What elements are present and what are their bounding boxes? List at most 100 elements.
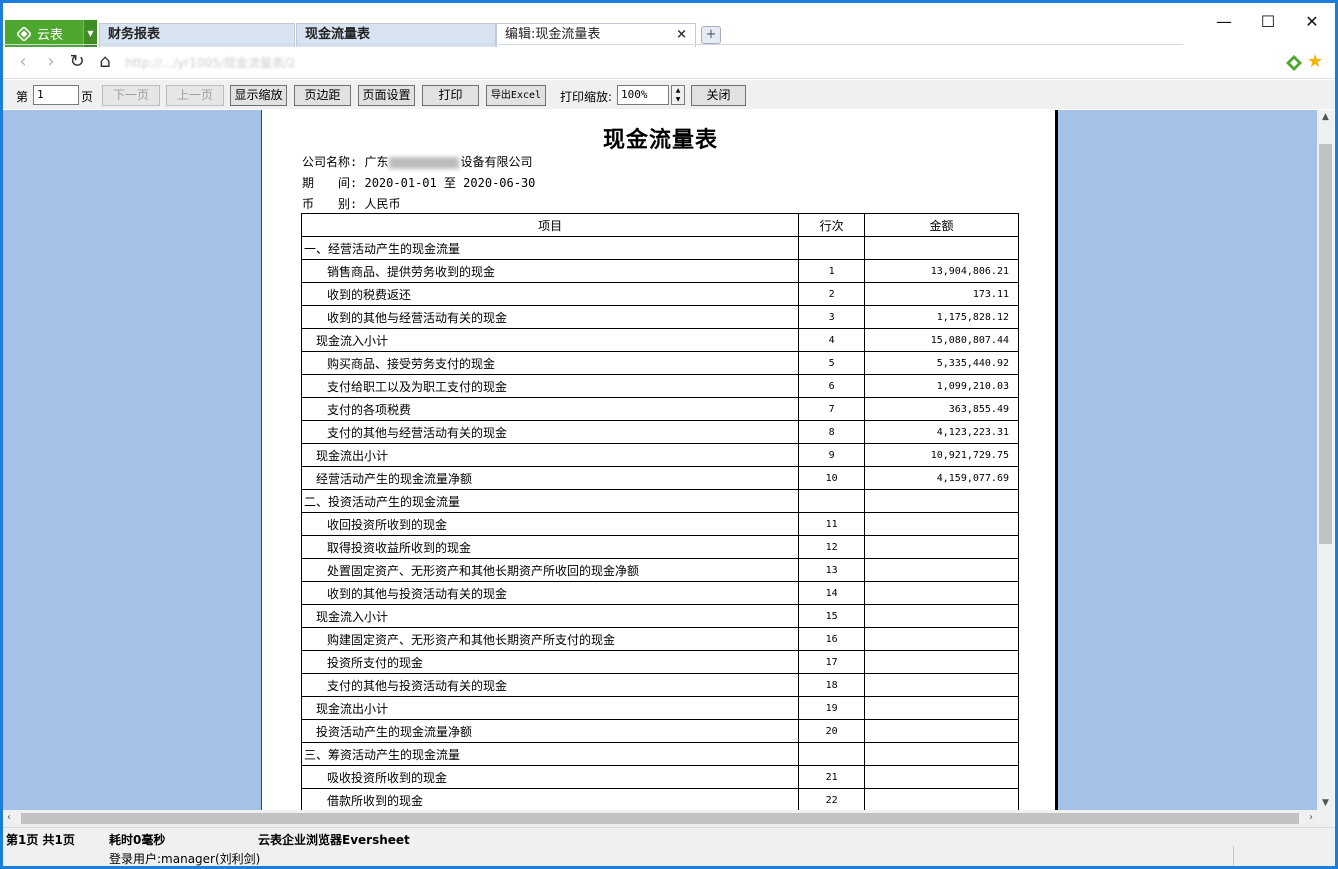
brand-menu-button[interactable]: 云表 bbox=[5, 20, 83, 47]
row-line-cell[interactable]: 20 bbox=[798, 719, 866, 743]
refresh-icon[interactable]: ↻ bbox=[65, 51, 89, 75]
row-item-cell[interactable]: 购建固定资产、无形资产和其他长期资产所支付的现金 bbox=[300, 627, 800, 651]
show-zoom-button[interactable]: 显示缩放 bbox=[230, 85, 287, 106]
row-item-cell[interactable]: 支付的其他与经营活动有关的现金 bbox=[300, 420, 800, 444]
home-icon[interactable]: ⌂ bbox=[93, 51, 117, 75]
row-item-cell[interactable]: 一、经营活动产生的现金流量 bbox=[300, 236, 800, 260]
row-item-cell[interactable]: 吸收投资所收到的现金 bbox=[300, 765, 800, 789]
row-line-cell[interactable]: 12 bbox=[798, 535, 866, 559]
row-amount-cell[interactable]: 1,099,210.03 bbox=[864, 374, 1019, 398]
page-setup-button[interactable]: 页面设置 bbox=[358, 85, 415, 106]
row-amount-cell[interactable] bbox=[864, 627, 1019, 651]
row-item-cell[interactable]: 现金流出小计 bbox=[300, 443, 800, 467]
row-amount-cell[interactable] bbox=[864, 535, 1019, 559]
row-amount-cell[interactable]: 173.11 bbox=[864, 282, 1019, 306]
row-item-cell[interactable]: 支付的其他与投资活动有关的现金 bbox=[300, 673, 800, 697]
row-amount-cell[interactable] bbox=[864, 558, 1019, 582]
row-line-cell[interactable] bbox=[798, 236, 866, 260]
row-line-cell[interactable]: 13 bbox=[798, 558, 866, 582]
row-line-cell[interactable]: 7 bbox=[798, 397, 866, 421]
row-item-cell[interactable]: 收到的税费返还 bbox=[300, 282, 800, 306]
zoom-spinner-icon[interactable]: ▲ ▼ bbox=[671, 85, 685, 105]
close-window-button[interactable]: ✕ bbox=[1289, 11, 1335, 35]
row-line-cell[interactable] bbox=[798, 489, 866, 513]
scroll-right-icon[interactable]: › bbox=[1309, 812, 1313, 823]
print-button[interactable]: 打印 bbox=[422, 85, 479, 106]
row-line-cell[interactable] bbox=[798, 742, 866, 766]
export-excel-button[interactable]: 导出Excel bbox=[486, 85, 546, 106]
row-line-cell[interactable]: 14 bbox=[798, 581, 866, 605]
next-page-button[interactable]: 下一页 bbox=[102, 85, 160, 106]
new-tab-button[interactable]: + bbox=[701, 26, 721, 44]
row-line-cell[interactable]: 10 bbox=[798, 466, 866, 490]
row-amount-cell[interactable] bbox=[864, 765, 1019, 789]
row-amount-cell[interactable]: 4,123,223.31 bbox=[864, 420, 1019, 444]
row-item-cell[interactable]: 现金流出小计 bbox=[300, 696, 800, 720]
tab-close-icon[interactable]: × bbox=[676, 24, 687, 46]
row-amount-cell[interactable]: 5,335,440.92 bbox=[864, 351, 1019, 375]
scroll-down-icon[interactable]: ▼ bbox=[1317, 798, 1334, 808]
row-line-cell[interactable]: 21 bbox=[798, 765, 866, 789]
row-amount-cell[interactable] bbox=[864, 604, 1019, 628]
row-line-cell[interactable]: 9 bbox=[798, 443, 866, 467]
row-amount-cell[interactable] bbox=[864, 650, 1019, 674]
row-amount-cell[interactable] bbox=[864, 742, 1019, 766]
row-item-cell[interactable]: 取得投资收益所收到的现金 bbox=[300, 535, 800, 559]
row-amount-cell[interactable]: 10,921,729.75 bbox=[864, 443, 1019, 467]
row-line-cell[interactable]: 18 bbox=[798, 673, 866, 697]
url-field[interactable]: http://.../yr1005/现金流量表/2 bbox=[125, 52, 365, 74]
vertical-scrollbar[interactable]: ▲ ▼ bbox=[1317, 110, 1334, 810]
row-amount-cell[interactable] bbox=[864, 236, 1019, 260]
row-line-cell[interactable]: 8 bbox=[798, 420, 866, 444]
row-amount-cell[interactable]: 4,159,077.69 bbox=[864, 466, 1019, 490]
row-amount-cell[interactable] bbox=[864, 673, 1019, 697]
row-item-cell[interactable]: 支付的各项税费 bbox=[300, 397, 800, 421]
row-item-cell[interactable]: 收到的其他与投资活动有关的现金 bbox=[300, 581, 800, 605]
margins-button[interactable]: 页边距 bbox=[294, 85, 351, 106]
row-item-cell[interactable]: 三、筹资活动产生的现金流量 bbox=[300, 742, 800, 766]
page-number-input[interactable]: 1 bbox=[33, 85, 79, 105]
prev-page-button[interactable]: 上一页 bbox=[166, 85, 224, 106]
row-line-cell[interactable]: 1 bbox=[798, 259, 866, 283]
row-item-cell[interactable]: 二、投资活动产生的现金流量 bbox=[300, 489, 800, 513]
vertical-scroll-thumb[interactable] bbox=[1319, 144, 1332, 544]
row-item-cell[interactable]: 现金流入小计 bbox=[300, 604, 800, 628]
row-item-cell[interactable]: 经营活动产生的现金流量净额 bbox=[300, 466, 800, 490]
row-amount-cell[interactable] bbox=[864, 696, 1019, 720]
row-line-cell[interactable]: 6 bbox=[798, 374, 866, 398]
row-line-cell[interactable]: 19 bbox=[798, 696, 866, 720]
scroll-up-icon[interactable]: ▲ bbox=[1317, 112, 1334, 122]
row-amount-cell[interactable]: 15,080,807.44 bbox=[864, 328, 1019, 352]
row-item-cell[interactable]: 收到的其他与经营活动有关的现金 bbox=[300, 305, 800, 329]
row-line-cell[interactable]: 16 bbox=[798, 627, 866, 651]
row-amount-cell[interactable]: 363,855.49 bbox=[864, 397, 1019, 421]
row-line-cell[interactable]: 22 bbox=[798, 788, 866, 810]
row-line-cell[interactable]: 2 bbox=[798, 282, 866, 306]
row-item-cell[interactable]: 现金流入小计 bbox=[300, 328, 800, 352]
row-line-cell[interactable]: 17 bbox=[798, 650, 866, 674]
row-line-cell[interactable]: 4 bbox=[798, 328, 866, 352]
row-item-cell[interactable]: 投资所支付的现金 bbox=[300, 650, 800, 674]
row-item-cell[interactable]: 支付给职工以及为职工支付的现金 bbox=[300, 374, 800, 398]
row-item-cell[interactable]: 收回投资所收到的现金 bbox=[300, 512, 800, 536]
extension-icon[interactable] bbox=[1285, 54, 1303, 72]
forward-icon[interactable]: › bbox=[39, 51, 63, 75]
row-line-cell[interactable]: 5 bbox=[798, 351, 866, 375]
row-amount-cell[interactable] bbox=[864, 788, 1019, 810]
row-item-cell[interactable]: 处置固定资产、无形资产和其他长期资产所收回的现金净额 bbox=[300, 558, 800, 582]
favorite-star-icon[interactable]: ★ bbox=[1307, 52, 1323, 72]
row-item-cell[interactable]: 借款所收到的现金 bbox=[300, 788, 800, 810]
scroll-left-icon[interactable]: ‹ bbox=[7, 812, 11, 823]
maximize-button[interactable]: ☐ bbox=[1245, 11, 1291, 35]
back-icon[interactable]: ‹ bbox=[11, 51, 35, 75]
minimize-button[interactable]: — bbox=[1201, 11, 1247, 35]
print-zoom-input[interactable]: 100% bbox=[617, 85, 669, 105]
row-amount-cell[interactable] bbox=[864, 581, 1019, 605]
brand-dropdown-icon[interactable]: ▼ bbox=[83, 20, 97, 47]
row-item-cell[interactable]: 投资活动产生的现金流量净额 bbox=[300, 719, 800, 743]
horizontal-scrollbar[interactable]: ‹ › bbox=[3, 810, 1317, 827]
row-amount-cell[interactable]: 1,175,828.12 bbox=[864, 305, 1019, 329]
row-amount-cell[interactable] bbox=[864, 719, 1019, 743]
row-amount-cell[interactable]: 13,904,806.21 bbox=[864, 259, 1019, 283]
row-line-cell[interactable]: 11 bbox=[798, 512, 866, 536]
